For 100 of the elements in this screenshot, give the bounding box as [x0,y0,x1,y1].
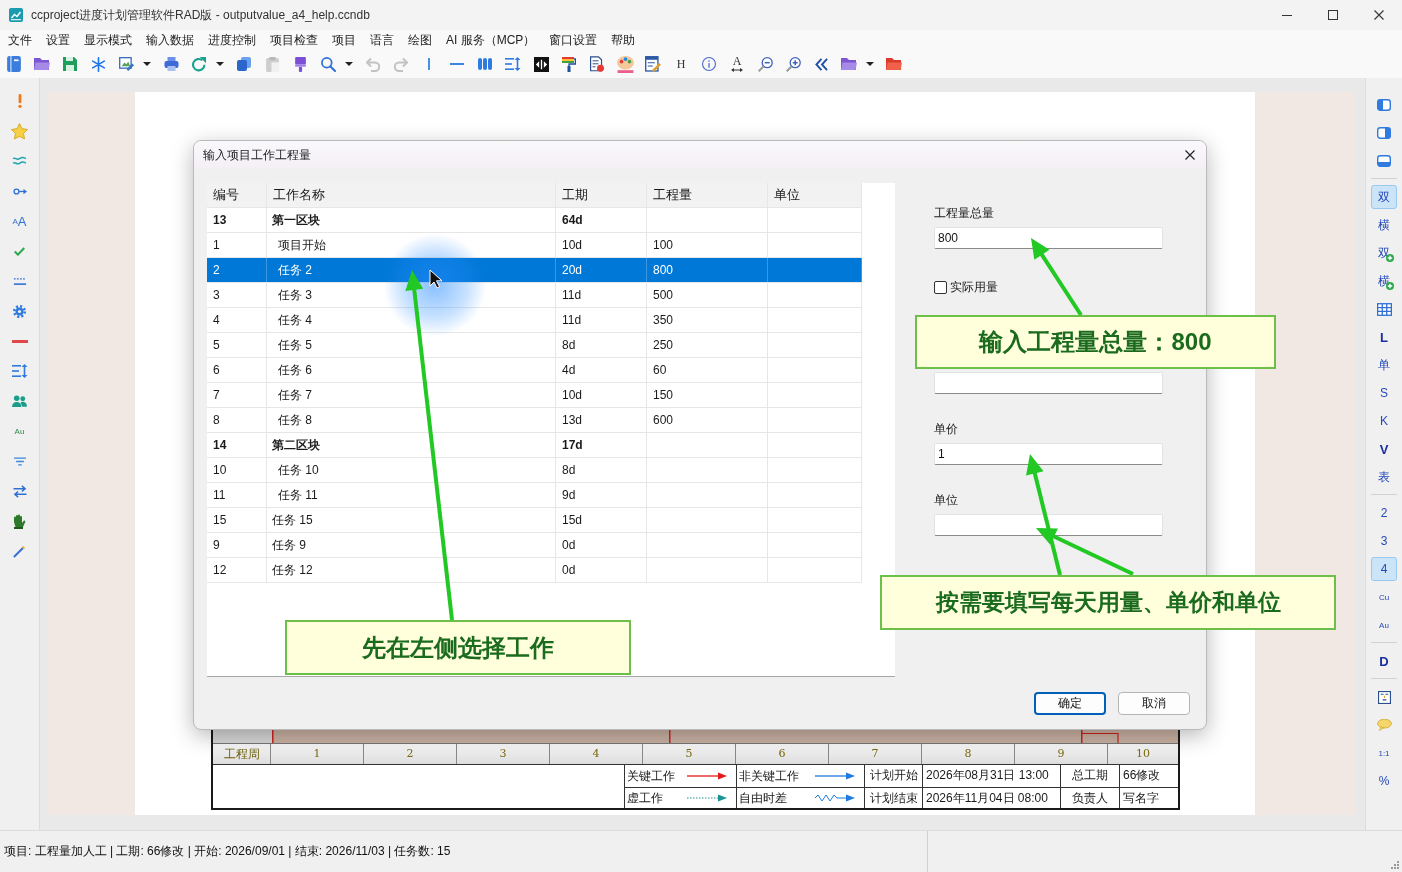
printer-icon[interactable] [163,57,179,71]
waves-icon[interactable] [12,156,27,166]
dotted-lines-icon[interactable] [12,276,27,286]
settings-icon[interactable] [13,304,26,318]
menu-item[interactable]: 显示模式 [77,30,139,50]
panel-right-icon[interactable] [1377,127,1391,139]
table-row[interactable]: 9 任务 9 0d [207,533,862,558]
table-row[interactable]: 4 任务 4 11d 350 [207,308,862,333]
hand-icon[interactable] [13,513,26,529]
image-edit-icon[interactable] [118,57,134,71]
column-header[interactable]: 工作名称 [267,183,556,207]
resize-grip-icon[interactable] [1391,861,1399,869]
dialog-button[interactable]: 确定 [1034,692,1106,715]
sort-icon[interactable] [505,57,521,71]
sidebar-button[interactable]: 1:1 [1371,741,1397,765]
sidebar-button[interactable]: L [1371,325,1397,349]
sidebar-button[interactable]: D [1371,649,1397,673]
checkbox[interactable] [934,281,947,294]
folder-icon[interactable] [34,58,50,70]
info-icon[interactable] [702,57,716,71]
columns-icon[interactable] [478,58,492,70]
dropdown-caret-icon[interactable] [216,62,224,66]
sidebar-button[interactable]: Au [1371,613,1397,637]
column-header[interactable]: 单位 [768,183,862,207]
folder-icon[interactable] [886,58,902,70]
input-field[interactable] [934,514,1163,536]
sidebar-button[interactable]: 4 [1371,557,1397,581]
menu-item[interactable]: 项目 [325,30,363,50]
document-icon[interactable] [590,56,604,72]
pencil-icon[interactable] [13,544,26,558]
double-chevron-icon[interactable] [814,57,828,71]
people-icon[interactable] [12,394,27,408]
paint-roller-icon[interactable] [562,56,576,72]
menu-item[interactable]: AI 服务（MCP） [439,30,543,50]
column-header[interactable]: 工程量 [647,183,768,207]
brush-icon[interactable] [294,56,306,72]
dropdown-caret-icon[interactable] [345,62,353,66]
sidebar-button[interactable]: 横 [1371,213,1397,237]
column-header[interactable]: 工期 [556,183,647,207]
dropdown-caret-icon[interactable] [143,62,151,66]
exclamation-icon[interactable] [17,94,22,108]
filter-icon[interactable] [13,456,26,466]
copy-icon[interactable] [237,57,251,71]
sidebar-button[interactable]: S [1371,381,1397,405]
notebook-icon[interactable] [7,56,21,72]
input-field[interactable] [934,372,1163,394]
toolbar-button[interactable]: A [725,53,749,75]
zoom-in-icon[interactable] [785,56,801,72]
save-icon[interactable] [63,57,77,71]
sidebar-button[interactable]: K [1371,409,1397,433]
minimize-icon[interactable] [1282,14,1292,16]
input-field[interactable]: 800 [934,227,1163,249]
menu-item[interactable]: 文件 [1,30,39,50]
swap-icon[interactable] [12,484,27,498]
table-row[interactable]: 10 任务 10 8d [207,458,862,483]
search-icon[interactable] [320,56,336,72]
table-row[interactable]: 11 任务 11 9d [207,483,862,508]
refresh-icon[interactable] [192,56,206,72]
menu-item[interactable]: 窗口设置 [542,30,605,50]
close-icon[interactable] [1185,150,1195,160]
table-row[interactable]: 14 第二区块 17d [207,433,862,458]
table-row[interactable]: 15 任务 15 15d [207,508,862,533]
expand-horizontal-icon[interactable] [533,56,549,72]
menu-item[interactable]: 绘图 [401,30,439,50]
table-row[interactable]: 12 任务 12 0d [207,558,862,583]
sidebar-button[interactable]: Au [4,416,35,446]
table-row[interactable]: 6 任务 6 4d 60 [207,358,862,383]
check-icon[interactable] [14,246,25,256]
dialog-button[interactable]: 取消 [1118,692,1190,715]
sidebar-button[interactable]: V [1371,437,1397,461]
column-header[interactable]: 编号 [207,183,267,207]
panel-bottom-icon[interactable] [1377,155,1391,167]
panel-left-icon[interactable] [1377,99,1391,111]
star-icon[interactable] [11,122,28,140]
sidebar-button[interactable]: 3 [1371,529,1397,553]
sidebar-button[interactable]: 单 [1371,353,1397,377]
key-arrow-icon[interactable] [12,187,27,195]
sidebar-button[interactable]: 表 [1371,465,1397,489]
table-row[interactable]: 2 任务 2 20d 800 [207,258,862,283]
folder-icon[interactable] [841,58,857,70]
grid-icon[interactable] [1376,302,1392,316]
menu-item[interactable]: 设置 [39,30,77,50]
frame-icon[interactable] [1377,690,1391,704]
table-row[interactable]: 5 任务 5 8d 250 [207,333,862,358]
sidebar-button[interactable]: $^{A}$A [4,206,35,236]
sidebar-button[interactable]: 双 [1371,185,1397,209]
menu-item[interactable]: 帮助 [604,30,643,50]
maximize-icon[interactable] [1328,10,1338,20]
sort-icon[interactable] [11,364,28,378]
palette-icon[interactable] [616,55,634,73]
table-row[interactable]: 13 第一区块 64d [207,208,862,233]
checkbox-label[interactable]: 实际用量 [950,279,998,296]
edit-document-icon[interactable] [645,56,661,72]
menu-item[interactable]: 项目检查 [263,30,325,50]
table-row[interactable]: 8 任务 8 13d 600 [207,408,862,433]
menu-item[interactable]: 输入数据 [139,30,201,50]
table-row[interactable]: 7 任务 7 10d 150 [207,383,862,408]
input-field[interactable]: 1 [934,443,1163,465]
asterisk-icon[interactable] [90,56,106,72]
dropdown-caret-icon[interactable] [866,62,874,66]
